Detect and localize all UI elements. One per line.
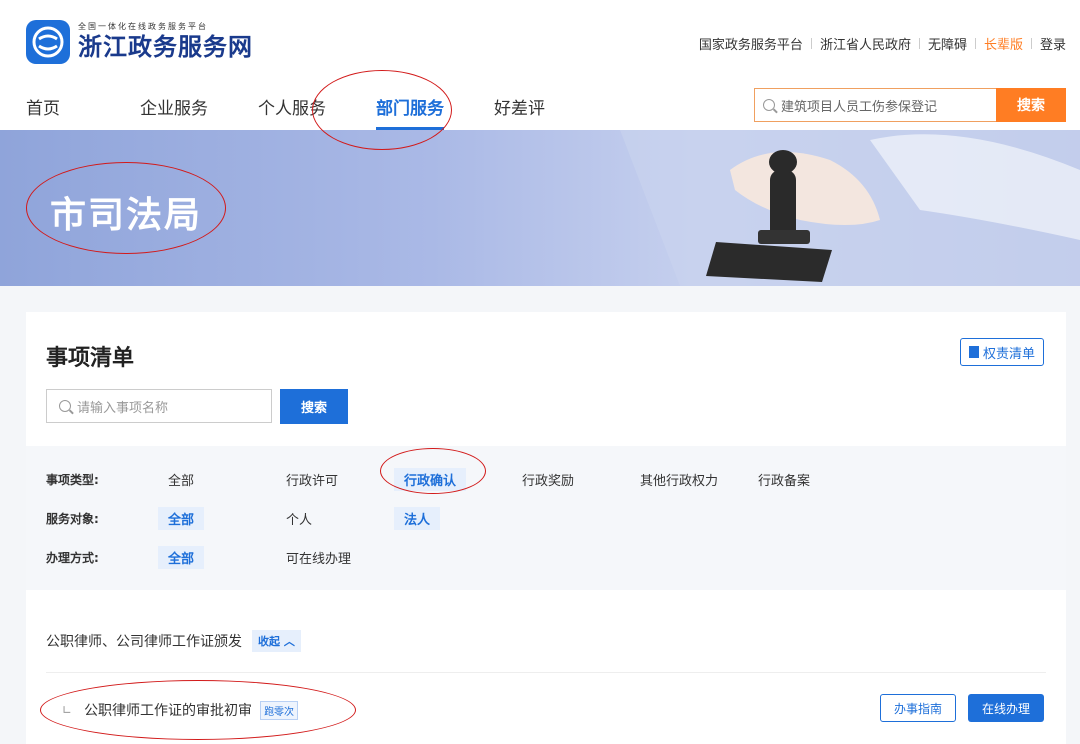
filter-option-legal-person[interactable]: 法人: [394, 506, 512, 530]
filter-option-other-powers[interactable]: 其他行政权力: [630, 468, 748, 491]
filter-option-confirmation[interactable]: 行政确认: [394, 467, 512, 491]
department-title: 市司法局: [50, 195, 203, 236]
filter-option-all[interactable]: 全部: [158, 506, 276, 530]
filter-option-individual[interactable]: 个人: [276, 507, 394, 530]
list-item: ∟ 公职律师工作证的审批初审 跑零次: [62, 700, 299, 720]
filter-label: 服务对象:: [46, 511, 99, 526]
logo-title: 浙江政务服务网: [78, 32, 253, 61]
global-search: 建筑项目人员工伤参保登记 搜索: [754, 88, 1066, 122]
top-links: 国家政务服务平台 浙江省人民政府 无障碍 长辈版 登录: [699, 34, 1066, 53]
divider: [918, 38, 920, 49]
link-national-platform[interactable]: 国家政务服务平台: [699, 34, 803, 53]
document-icon: [968, 346, 979, 358]
global-search-button[interactable]: 搜索: [996, 88, 1066, 122]
item-search-button[interactable]: 搜索: [280, 389, 348, 424]
item-group-header: 公职律师、公司律师工作证颁发 收起 ︿: [46, 630, 301, 652]
nav-personal-services[interactable]: 个人服务: [258, 94, 326, 130]
divider: [810, 38, 812, 49]
divider: [974, 38, 976, 49]
rights-list-button[interactable]: 权责清单: [959, 338, 1044, 366]
filter-label: 办理方式:: [46, 550, 99, 565]
global-search-input[interactable]: 建筑项目人员工伤参保登记: [754, 88, 996, 122]
list-item-title[interactable]: 公职律师工作证的审批初审: [84, 700, 252, 720]
filter-label: 事项类型:: [46, 472, 99, 487]
divider: [46, 672, 1046, 673]
logo-subtitle: 全国一体化在线政务服务平台: [78, 22, 208, 31]
logo-icon: [26, 20, 70, 64]
department-banner: 市司法局: [0, 130, 1080, 286]
filter-row-service-target: 服务对象: 全部 个人 法人: [46, 506, 512, 530]
service-guide-button[interactable]: 办事指南: [880, 694, 956, 722]
item-group-title: 公职律师、公司律师工作证颁发: [46, 634, 242, 650]
filter-option-all[interactable]: 全部: [158, 468, 276, 491]
rights-list-label: 权责清单: [982, 346, 1035, 362]
filter-option-all[interactable]: 全部: [158, 545, 276, 569]
link-login[interactable]: 登录: [1040, 34, 1066, 53]
online-apply-button[interactable]: 在线办理: [968, 694, 1044, 722]
divider: [1030, 38, 1032, 49]
item-list-card: 事项清单 权责清单 请输入事项名称 搜索 事项类型: 全部 行政许可 行政确认 …: [26, 312, 1066, 744]
nav-department-services[interactable]: 部门服务: [376, 94, 444, 130]
filter-option-filing[interactable]: 行政备案: [748, 468, 866, 491]
site-logo[interactable]: 全国一体化在线政务服务平台 浙江政务服务网: [26, 20, 253, 64]
status-badge: 跑零次: [260, 700, 299, 720]
item-list-title: 事项清单: [46, 346, 135, 371]
filter-option-licensing[interactable]: 行政许可: [276, 468, 394, 491]
global-search-placeholder: 建筑项目人员工伤参保登记: [781, 99, 938, 115]
search-icon: [763, 99, 775, 111]
link-provincial-government[interactable]: 浙江省人民政府: [820, 34, 911, 53]
nav-home[interactable]: 首页: [26, 94, 60, 130]
filter-row-item-type: 事项类型: 全部 行政许可 行政确认 行政奖励 其他行政权力 行政备案: [46, 467, 866, 491]
nav-business-services[interactable]: 企业服务: [140, 94, 208, 130]
filter-option-online[interactable]: 可在线办理: [276, 546, 394, 569]
link-elder-version[interactable]: 长辈版: [984, 34, 1023, 53]
link-accessibility[interactable]: 无障碍: [928, 34, 967, 53]
item-search-input[interactable]: 请输入事项名称: [46, 389, 272, 423]
filter-option-reward[interactable]: 行政奖励: [512, 468, 630, 491]
filter-row-handling-method: 办理方式: 全部 可在线办理: [46, 545, 394, 569]
header: 全国一体化在线政务服务平台 浙江政务服务网 国家政务服务平台 浙江省人民政府 无…: [0, 0, 1080, 130]
main-nav: 首页 企业服务 个人服务 部门服务 好差评: [26, 94, 595, 130]
filter-panel: 事项类型: 全部 行政许可 行政确认 行政奖励 其他行政权力 行政备案 服务对象…: [26, 446, 1066, 590]
nav-ratings[interactable]: 好差评: [494, 94, 545, 130]
collapse-button[interactable]: 收起 ︿: [252, 630, 301, 652]
tree-branch-icon: ∟: [62, 703, 73, 717]
search-icon: [59, 400, 71, 412]
item-search-placeholder: 请输入事项名称: [77, 400, 169, 416]
